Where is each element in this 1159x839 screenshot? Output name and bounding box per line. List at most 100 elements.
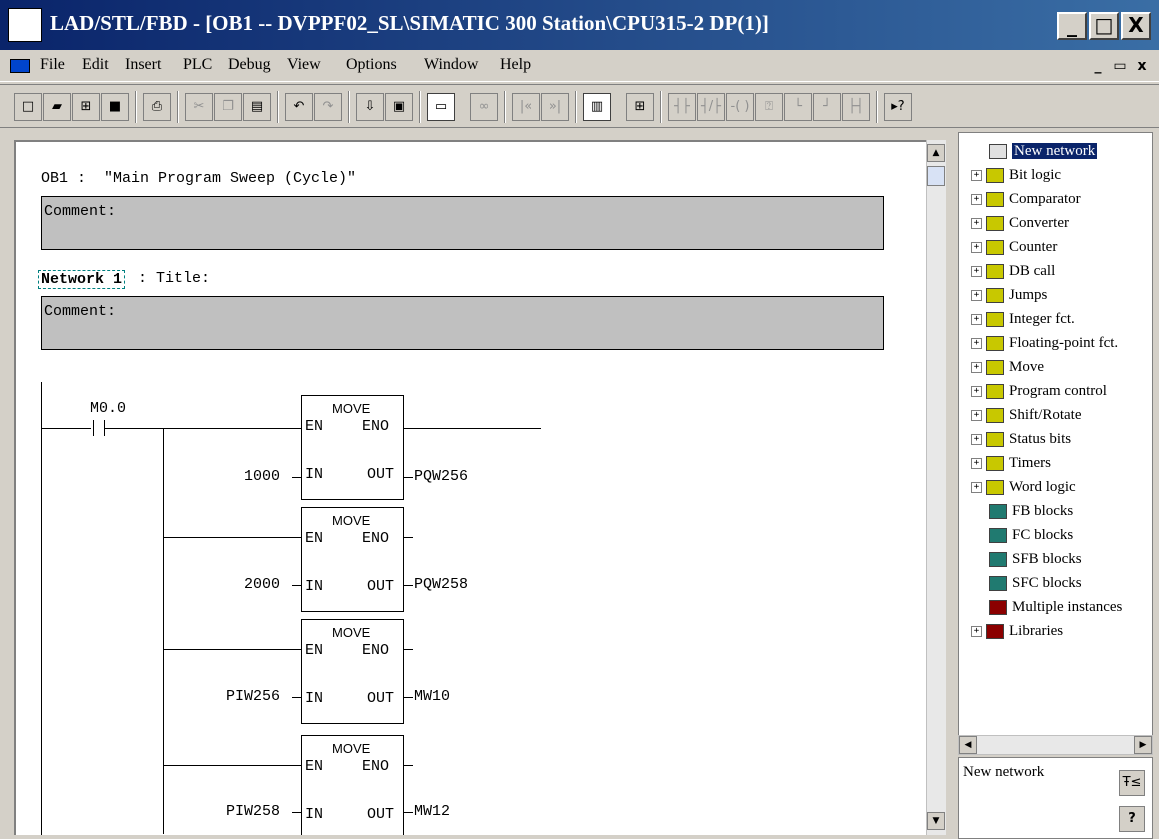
catalog-item-move[interactable]: + Move	[971, 359, 1044, 381]
prev-icon[interactable]: |«	[512, 93, 540, 121]
network-title[interactable]: : Title:	[138, 270, 210, 287]
catalog-item-multiple-instances[interactable]: Multiple instances	[989, 599, 1122, 621]
move-block[interactable]: MOVE EN ENO IN OUT	[301, 735, 404, 835]
copy-icon[interactable]: ❐	[214, 93, 242, 121]
insert-element-button[interactable]: Ŧ≤	[1119, 770, 1145, 796]
expand-icon[interactable]: +	[971, 170, 982, 182]
menu-window[interactable]: Window	[424, 56, 478, 74]
next-icon[interactable]: »|	[541, 93, 569, 121]
minimize-button[interactable]: _	[1057, 12, 1087, 40]
coil-icon[interactable]: -( )	[726, 93, 754, 121]
expand-icon[interactable]: +	[971, 218, 982, 230]
scroll-down-icon[interactable]: ▼	[927, 812, 945, 830]
network-label[interactable]: Network 1	[38, 270, 126, 289]
expand-icon[interactable]: +	[971, 266, 982, 278]
save-icon[interactable]: ■	[101, 93, 129, 121]
new-network-icon[interactable]: ⊞	[626, 93, 654, 121]
catalog-item-bit-logic[interactable]: + Bit logic	[971, 167, 1061, 189]
move-block[interactable]: MOVE EN ENO IN OUT	[301, 395, 404, 500]
catalog-item-fb-blocks[interactable]: FB blocks	[989, 503, 1073, 525]
monitor-icon[interactable]: ▣	[385, 93, 413, 121]
empty-box-icon[interactable]: ⍰	[755, 93, 783, 121]
connection-icon[interactable]: ├┤	[842, 93, 870, 121]
catalog-item-integer-fct[interactable]: + Integer fct.	[971, 311, 1075, 333]
catalog-item-sfb-blocks[interactable]: SFB blocks	[989, 551, 1082, 573]
app-icon[interactable]	[8, 8, 42, 42]
catalog-item-db-call[interactable]: + DB call	[971, 263, 1055, 285]
catalog-item-program-control[interactable]: + Program control	[971, 383, 1107, 405]
print-icon[interactable]: ⎙	[143, 93, 171, 121]
open-icon[interactable]: ▰	[43, 93, 71, 121]
menu-insert[interactable]: Insert	[125, 56, 161, 74]
undo-icon[interactable]: ↶	[285, 93, 313, 121]
expand-icon[interactable]: +	[971, 410, 982, 422]
scroll-thumb[interactable]	[927, 166, 945, 186]
scroll-up-icon[interactable]: ▲	[927, 144, 945, 162]
maximize-button[interactable]: □	[1089, 12, 1119, 40]
mdi-restore-button[interactable]: ▭	[1110, 56, 1130, 76]
accessible-nodes-icon[interactable]: ⊞	[72, 93, 100, 121]
menu-edit[interactable]: Edit	[82, 56, 109, 74]
catalog-item-counter[interactable]: + Counter	[971, 239, 1057, 261]
move-block[interactable]: MOVE EN ENO IN OUT	[301, 507, 404, 612]
catalog-item-comparator[interactable]: + Comparator	[971, 191, 1081, 213]
expand-icon[interactable]: +	[971, 482, 982, 494]
catalog-item-sfc-blocks[interactable]: SFC blocks	[989, 575, 1082, 597]
mdi-minimize-button[interactable]: _	[1088, 56, 1108, 76]
catalog-item-timers[interactable]: + Timers	[971, 455, 1051, 477]
move-out-value[interactable]: MW12	[414, 803, 450, 820]
expand-icon[interactable]: +	[971, 626, 982, 638]
move-in-value[interactable]: 2000	[244, 576, 280, 593]
move-block[interactable]: MOVE EN ENO IN OUT	[301, 619, 404, 724]
catalog-item-floating-point-fct[interactable]: + Floating-point fct.	[971, 335, 1118, 357]
catalog-item-jumps[interactable]: + Jumps	[971, 287, 1047, 309]
menu-view[interactable]: View	[287, 56, 321, 74]
expand-icon[interactable]: +	[971, 434, 982, 446]
catalog-item-shift-rotate[interactable]: + Shift/Rotate	[971, 407, 1082, 429]
close-button[interactable]: X	[1121, 12, 1151, 40]
catalog-item-libraries[interactable]: + Libraries	[971, 623, 1063, 645]
overview-icon[interactable]: ▭	[427, 93, 455, 121]
mdi-close-button[interactable]: x	[1132, 56, 1152, 76]
move-out-value[interactable]: PQW256	[414, 468, 468, 485]
contact-left[interactable]	[93, 420, 94, 436]
expand-icon[interactable]: +	[971, 314, 982, 326]
redo-icon[interactable]: ↷	[314, 93, 342, 121]
expand-icon[interactable]: +	[971, 242, 982, 254]
new-icon[interactable]: □	[14, 93, 42, 121]
open-branch-icon[interactable]: └	[784, 93, 812, 121]
expand-icon[interactable]: +	[971, 338, 982, 350]
scroll-left-icon[interactable]: ◀	[959, 736, 977, 754]
catalog-item-fc-blocks[interactable]: FC blocks	[989, 527, 1073, 549]
move-in-value[interactable]: 1000	[244, 468, 280, 485]
catalog-icon[interactable]: ▥	[583, 93, 611, 121]
contact-nc-icon[interactable]: ┤/├	[697, 93, 725, 121]
menu-file[interactable]: File	[40, 56, 65, 74]
menu-help[interactable]: Help	[500, 56, 531, 74]
help-button[interactable]: ?	[1119, 806, 1145, 832]
ladder-editor[interactable]: OB1 : "Main Program Sweep (Cycle)" Comme…	[14, 140, 946, 835]
expand-icon[interactable]: +	[971, 194, 982, 206]
move-in-value[interactable]: PIW258	[226, 803, 280, 820]
menu-plc[interactable]: PLC	[183, 56, 212, 74]
expand-icon[interactable]: +	[971, 290, 982, 302]
paste-icon[interactable]: ▤	[243, 93, 271, 121]
catalog-item-converter[interactable]: + Converter	[971, 215, 1069, 237]
vertical-scrollbar[interactable]: ▲ ▼	[926, 140, 946, 835]
scroll-right-icon[interactable]: ▶	[1134, 736, 1152, 754]
menu-options[interactable]: Options	[346, 56, 397, 74]
move-out-value[interactable]: MW10	[414, 688, 450, 705]
glasses-icon[interactable]: ∞	[470, 93, 498, 121]
block-comment[interactable]: Comment:	[41, 196, 884, 250]
expand-icon[interactable]: +	[971, 362, 982, 374]
download-icon[interactable]: ⇩	[356, 93, 384, 121]
catalog-item-word-logic[interactable]: + Word logic	[971, 479, 1076, 501]
document-icon[interactable]	[10, 59, 30, 73]
contact-address[interactable]: M0.0	[90, 400, 126, 417]
menu-debug[interactable]: Debug	[228, 56, 271, 74]
cut-icon[interactable]: ✂	[185, 93, 213, 121]
help-context-icon[interactable]: ▸?	[884, 93, 912, 121]
move-in-value[interactable]: PIW256	[226, 688, 280, 705]
move-out-value[interactable]: PQW258	[414, 576, 468, 593]
catalog-item-new-network[interactable]: New network	[989, 143, 1098, 165]
